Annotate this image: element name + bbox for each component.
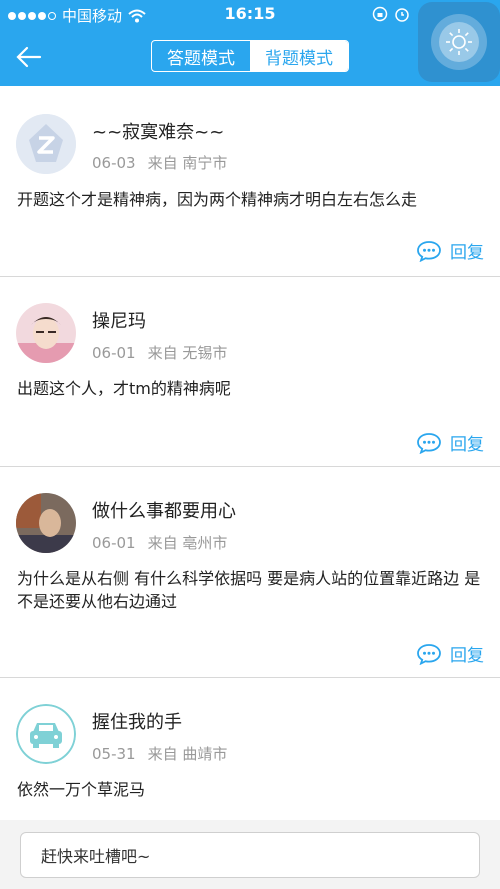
reply-label: 回复 xyxy=(450,646,484,666)
qq-default-avatar-icon xyxy=(16,114,76,174)
back-button[interactable] xyxy=(14,42,44,72)
username: ~~寂寞难奈~~ xyxy=(92,122,225,143)
comment-text: 开题这个才是精神病，因为两个精神病才明白左右怎么走 xyxy=(17,190,418,209)
comment-location: 来自 无锡市 xyxy=(147,344,228,362)
mode-switch: 答题模式 背题模式 xyxy=(151,40,349,72)
user-photo-icon xyxy=(16,303,76,363)
comment-date: 06-01 xyxy=(92,344,136,362)
comment-meta: 06-01 来自 无锡市 xyxy=(92,342,239,363)
comment-list: ~~寂寞难奈~~ 06-03 来自 南宁市 开题这个才是精神病，因为两个精神病才明… xyxy=(0,86,500,820)
comment-date: 06-03 xyxy=(92,154,136,172)
back-arrow-icon xyxy=(16,46,42,68)
avatar[interactable] xyxy=(16,704,76,764)
comment-meta: 06-03 来自 南宁市 xyxy=(92,152,239,173)
comment-input[interactable]: 赶快来吐槽吧~ xyxy=(20,832,480,878)
user-photo-icon xyxy=(16,493,76,553)
comment-location: 来自 亳州市 xyxy=(147,534,228,552)
alarm-icon xyxy=(395,8,409,22)
chat-bubble-icon xyxy=(417,432,441,454)
comment-text: 依然一万个草泥马 xyxy=(17,780,146,799)
username: 操尼玛 xyxy=(92,311,146,332)
tab-answer-mode[interactable]: 答题模式 xyxy=(152,41,250,71)
avatar[interactable] xyxy=(16,493,76,553)
avatar[interactable] xyxy=(16,114,76,174)
comment-text: 为什么是从右侧 有什么科学依据吗 要是病人站的位置靠近路边 是不是还要从他右边通… xyxy=(17,569,481,611)
reply-button[interactable]: 回复 xyxy=(416,430,484,455)
comment-card: 做什么事都要用心 06-01 来自 亳州市 为什么是从右侧 有什么科学依据吗 要是… xyxy=(0,467,500,678)
comment-card: 握住我的手 05-31 来自 曲靖市 依然一万个草泥马 xyxy=(0,678,500,820)
chat-bubble-icon xyxy=(417,643,441,665)
reply-label: 回复 xyxy=(450,435,484,455)
comment-meta: 06-01 来自 亳州市 xyxy=(92,532,239,553)
comment-location: 来自 南宁市 xyxy=(147,154,228,172)
comment-card: 操尼玛 06-01 来自 无锡市 出题这个人，才tm的精神病呢 回复 xyxy=(0,277,500,467)
comment-meta: 05-31 来自 曲靖市 xyxy=(92,743,239,764)
reply-button[interactable]: 回复 xyxy=(416,641,484,666)
comment-text: 出题这个人，才tm的精神病呢 xyxy=(17,379,231,398)
comment-card: ~~寂寞难奈~~ 06-03 来自 南宁市 开题这个才是精神病，因为两个精神病才明… xyxy=(0,86,500,277)
assistive-touch-button[interactable] xyxy=(418,2,500,82)
chat-bubble-icon xyxy=(417,240,441,262)
username: 做什么事都要用心 xyxy=(92,501,236,522)
tab-recite-mode[interactable]: 背题模式 xyxy=(250,41,348,71)
comment-input-bar: 赶快来吐槽吧~ xyxy=(0,820,500,889)
sun-icon xyxy=(446,29,472,55)
username: 握住我的手 xyxy=(92,712,182,733)
comment-location: 来自 曲靖市 xyxy=(147,745,228,763)
status-right xyxy=(372,6,410,22)
lock-rotation-icon xyxy=(372,6,388,22)
reply-label: 回复 xyxy=(450,243,484,263)
car-avatar-icon xyxy=(16,704,76,764)
reply-button[interactable]: 回复 xyxy=(416,238,484,263)
comment-date: 05-31 xyxy=(92,745,136,763)
avatar[interactable] xyxy=(16,303,76,363)
comment-date: 06-01 xyxy=(92,534,136,552)
